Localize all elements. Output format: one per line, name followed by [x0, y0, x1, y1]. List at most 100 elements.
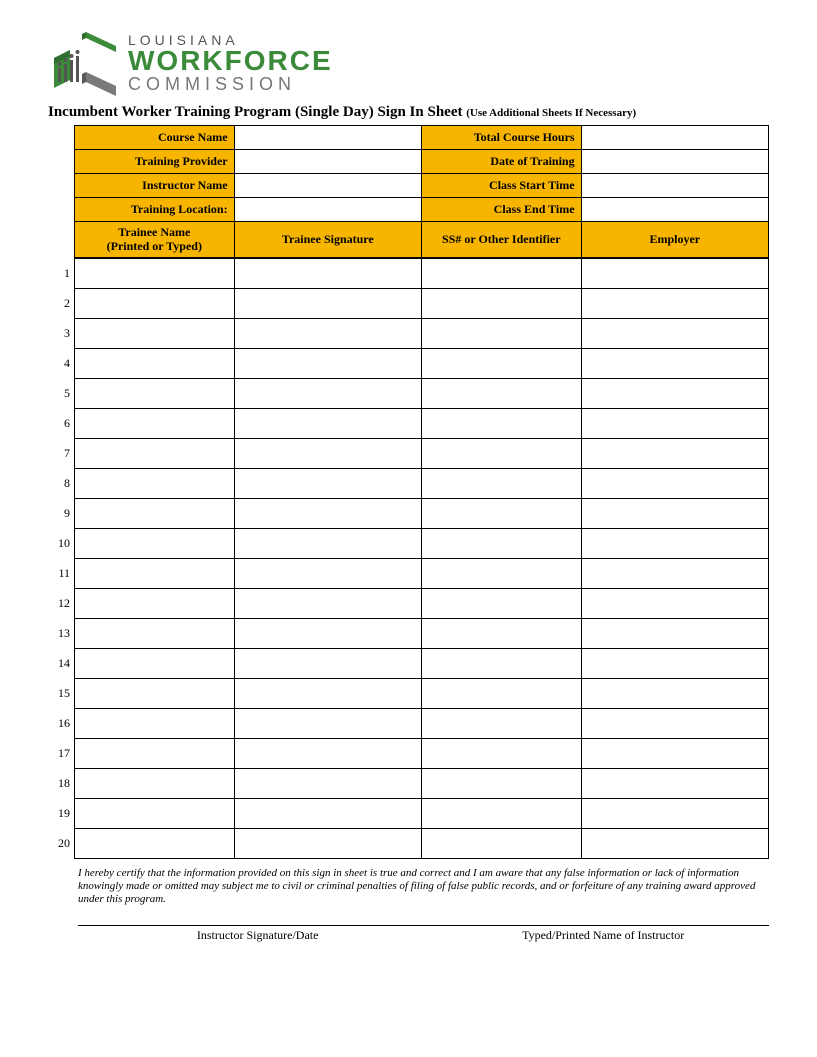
cell-employer[interactable] — [581, 769, 768, 799]
cell-trainee-name[interactable] — [75, 559, 235, 589]
cell-trainee-signature[interactable] — [234, 559, 421, 589]
cell-employer[interactable] — [581, 259, 768, 289]
cell-trainee-signature[interactable] — [234, 679, 421, 709]
table-row — [75, 739, 769, 769]
table-row — [75, 439, 769, 469]
cell-trainee-name[interactable] — [75, 349, 235, 379]
sig-label-left: Instructor Signature/Date — [78, 928, 437, 943]
label-course-name: Course Name — [75, 126, 235, 150]
cell-trainee-signature[interactable] — [234, 499, 421, 529]
cell-ss-identifier[interactable] — [421, 499, 581, 529]
cell-employer[interactable] — [581, 349, 768, 379]
cell-ss-identifier[interactable] — [421, 769, 581, 799]
cell-ss-identifier[interactable] — [421, 559, 581, 589]
cell-trainee-signature[interactable] — [234, 379, 421, 409]
value-date-training[interactable] — [581, 150, 768, 174]
cell-employer[interactable] — [581, 679, 768, 709]
cell-employer[interactable] — [581, 709, 768, 739]
cell-trainee-name[interactable] — [75, 439, 235, 469]
cell-employer[interactable] — [581, 439, 768, 469]
cell-employer[interactable] — [581, 379, 768, 409]
cell-ss-identifier[interactable] — [421, 799, 581, 829]
cell-trainee-signature[interactable] — [234, 799, 421, 829]
cell-trainee-name[interactable] — [75, 259, 235, 289]
cell-trainee-name[interactable] — [75, 379, 235, 409]
cell-ss-identifier[interactable] — [421, 589, 581, 619]
cell-trainee-name[interactable] — [75, 679, 235, 709]
cell-trainee-name[interactable] — [75, 589, 235, 619]
cell-trainee-name[interactable] — [75, 739, 235, 769]
cell-ss-identifier[interactable] — [421, 289, 581, 319]
cell-ss-identifier[interactable] — [421, 619, 581, 649]
cell-trainee-signature[interactable] — [234, 619, 421, 649]
cell-ss-identifier[interactable] — [421, 349, 581, 379]
cell-employer[interactable] — [581, 409, 768, 439]
value-training-provider[interactable] — [234, 150, 421, 174]
cell-trainee-name[interactable] — [75, 799, 235, 829]
cell-trainee-signature[interactable] — [234, 769, 421, 799]
cell-trainee-signature[interactable] — [234, 829, 421, 859]
row-number: 5 — [48, 378, 74, 408]
col-employer: Employer — [581, 222, 768, 258]
label-start-time: Class Start Time — [421, 174, 581, 198]
cell-ss-identifier[interactable] — [421, 529, 581, 559]
cell-ss-identifier[interactable] — [421, 259, 581, 289]
cell-employer[interactable] — [581, 799, 768, 829]
cell-trainee-signature[interactable] — [234, 589, 421, 619]
cell-employer[interactable] — [581, 499, 768, 529]
value-course-name[interactable] — [234, 126, 421, 150]
cell-trainee-name[interactable] — [75, 619, 235, 649]
value-training-location[interactable] — [234, 198, 421, 222]
cell-trainee-name[interactable] — [75, 709, 235, 739]
cell-employer[interactable] — [581, 619, 768, 649]
cell-trainee-signature[interactable] — [234, 319, 421, 349]
cell-ss-identifier[interactable] — [421, 439, 581, 469]
cell-employer[interactable] — [581, 649, 768, 679]
cell-trainee-signature[interactable] — [234, 259, 421, 289]
cell-employer[interactable] — [581, 319, 768, 349]
row-number: 1 — [48, 258, 74, 288]
value-end-time[interactable] — [581, 198, 768, 222]
cell-trainee-signature[interactable] — [234, 739, 421, 769]
value-total-hours[interactable] — [581, 126, 768, 150]
cell-trainee-signature[interactable] — [234, 349, 421, 379]
cell-employer[interactable] — [581, 529, 768, 559]
cell-trainee-name[interactable] — [75, 409, 235, 439]
cell-trainee-name[interactable] — [75, 649, 235, 679]
cell-employer[interactable] — [581, 589, 768, 619]
cell-trainee-signature[interactable] — [234, 439, 421, 469]
cell-trainee-name[interactable] — [75, 769, 235, 799]
cell-ss-identifier[interactable] — [421, 829, 581, 859]
cell-ss-identifier[interactable] — [421, 709, 581, 739]
cell-ss-identifier[interactable] — [421, 379, 581, 409]
cell-trainee-name[interactable] — [75, 529, 235, 559]
value-instructor-name[interactable] — [234, 174, 421, 198]
cell-trainee-signature[interactable] — [234, 409, 421, 439]
cell-trainee-signature[interactable] — [234, 529, 421, 559]
table-row — [75, 589, 769, 619]
cell-trainee-signature[interactable] — [234, 709, 421, 739]
cell-trainee-signature[interactable] — [234, 469, 421, 499]
cell-trainee-name[interactable] — [75, 499, 235, 529]
value-start-time[interactable] — [581, 174, 768, 198]
signature-line — [78, 925, 769, 926]
cell-employer[interactable] — [581, 559, 768, 589]
cell-trainee-name[interactable] — [75, 829, 235, 859]
cell-trainee-name[interactable] — [75, 289, 235, 319]
cell-trainee-name[interactable] — [75, 319, 235, 349]
cell-trainee-name[interactable] — [75, 469, 235, 499]
table-row — [75, 799, 769, 829]
cell-trainee-signature[interactable] — [234, 289, 421, 319]
cell-employer[interactable] — [581, 469, 768, 499]
cell-ss-identifier[interactable] — [421, 469, 581, 499]
cell-ss-identifier[interactable] — [421, 739, 581, 769]
cell-ss-identifier[interactable] — [421, 319, 581, 349]
title-main: Incumbent Worker Training Program (Singl… — [48, 104, 463, 120]
cell-ss-identifier[interactable] — [421, 409, 581, 439]
cell-ss-identifier[interactable] — [421, 649, 581, 679]
cell-employer[interactable] — [581, 739, 768, 769]
cell-ss-identifier[interactable] — [421, 679, 581, 709]
cell-employer[interactable] — [581, 289, 768, 319]
cell-trainee-signature[interactable] — [234, 649, 421, 679]
cell-employer[interactable] — [581, 829, 768, 859]
